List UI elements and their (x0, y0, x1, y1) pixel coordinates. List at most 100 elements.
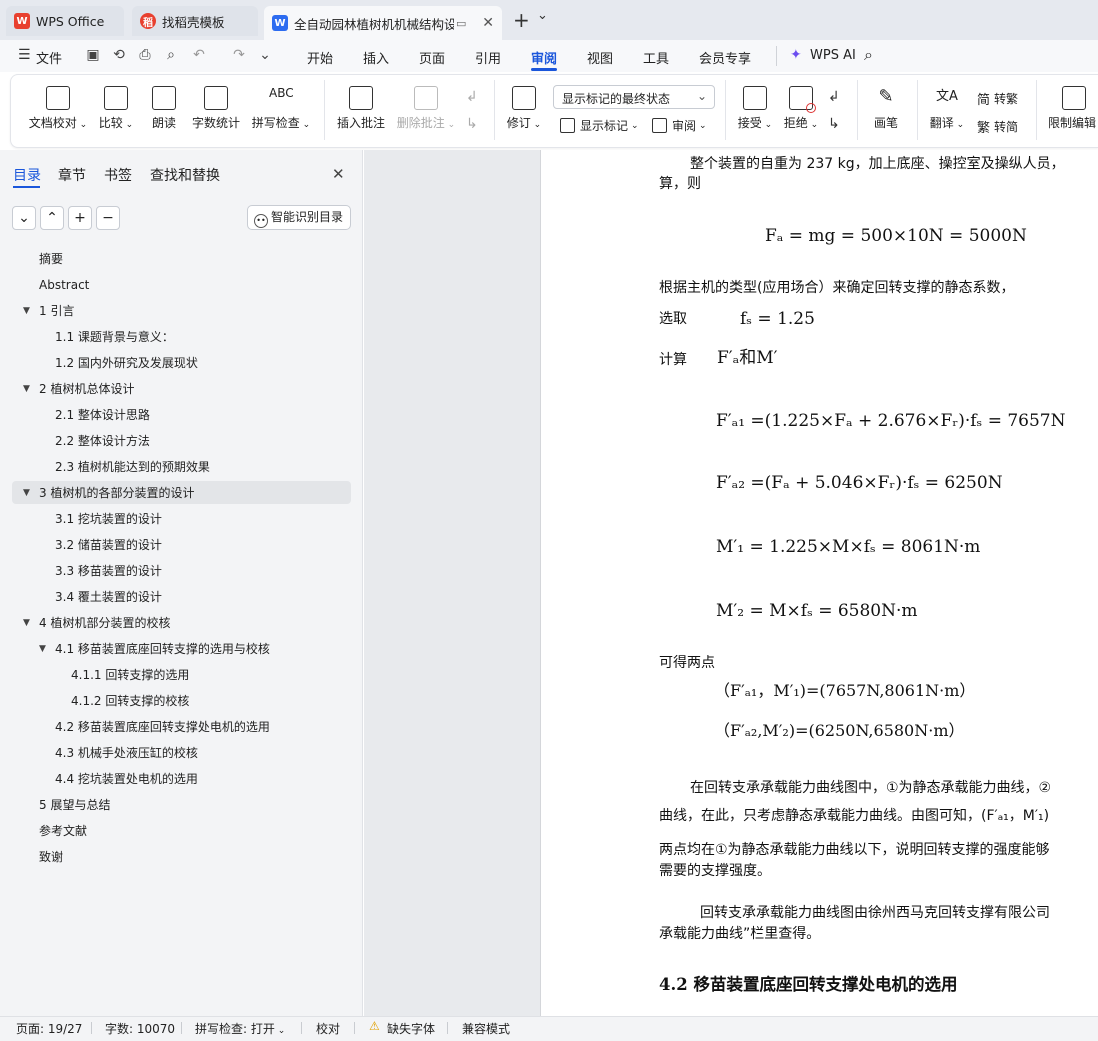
next-change-icon[interactable]: ↳ (828, 116, 840, 132)
word-count-indicator[interactable]: 字数: 10070 (105, 1020, 175, 1037)
expand-down-button[interactable]: ⌄ (12, 206, 36, 230)
tab-bookmarks[interactable]: 书签 (104, 165, 132, 185)
toc-item[interactable]: 4.3 机械手处液压缸的校核 (55, 745, 198, 761)
menu-view[interactable]: 视图 (587, 48, 613, 67)
toc-item[interactable]: 2.3 植树机能达到的预期效果 (55, 459, 210, 475)
markup-state-value: 显示标记的最终状态 (562, 92, 671, 106)
previous-change-icon[interactable]: ↲ (828, 89, 840, 105)
toc-item[interactable]: 1.1 课题背景与意义： (55, 329, 174, 345)
translate-button[interactable]: 文A 翻译 ⌄ (928, 86, 966, 131)
read-aloud-button[interactable]: 朗读 (150, 86, 178, 131)
restrict-edit-button[interactable]: 限制编辑 (1048, 86, 1098, 131)
toc-item[interactable]: 参考文献 (39, 823, 87, 839)
spell-check-toggle[interactable]: 拼写检查: 打开 ⌄ (195, 1020, 285, 1037)
toc-item[interactable]: 1.2 国内外研究及发展现状 (55, 355, 198, 371)
compare-label: 比较 (98, 116, 123, 130)
toc-item[interactable]: ▼ 4.1 移苗装置底座回转支撑的选用与校核 (39, 641, 270, 657)
delete-comment-button[interactable]: 删除批注 ⌄ (396, 86, 456, 131)
save-icon[interactable]: ▣ (84, 46, 102, 64)
ribbon-divider (1036, 80, 1037, 140)
file-menu[interactable]: 文件 (36, 48, 62, 67)
toc-item[interactable]: 4.1.2 回转支撑的校核 (71, 693, 189, 709)
wps-ai-button[interactable]: WPS AI (810, 48, 856, 63)
toc-item[interactable]: ▼ 4 植树机部分装置的校核 (23, 615, 170, 631)
remove-heading-button[interactable]: − (96, 206, 120, 230)
toc-item[interactable]: 3.2 储苗装置的设计 (55, 537, 162, 553)
track-changes-button[interactable]: 修订 ⌄ (506, 86, 542, 131)
expand-arrow-icon[interactable]: ▼ (39, 641, 46, 657)
close-pane-icon[interactable]: ✕ (332, 165, 345, 183)
spell-check-button[interactable]: ABC 拼写检查 ⌄ (251, 86, 311, 131)
toc-item[interactable]: 5 展望与总结 (39, 797, 110, 813)
share-icon[interactable]: ⟲ (110, 46, 128, 64)
next-comment-icon[interactable]: ↳ (466, 116, 478, 132)
proof-button[interactable]: 文档校对 ⌄ (28, 86, 88, 131)
toc-item[interactable]: 2.1 整体设计思路 (55, 407, 150, 423)
toc-item[interactable]: 2.2 整体设计方法 (55, 433, 150, 449)
undo-icon[interactable]: ↶ (190, 46, 208, 64)
review-pane-button[interactable]: 审阅 ⌄ (652, 117, 707, 134)
tab-wps-office[interactable]: W WPS Office (6, 6, 124, 36)
toc-item[interactable]: 3.4 覆土装置的设计 (55, 589, 162, 605)
redo-icon[interactable]: ↷ (230, 46, 248, 64)
menu-page[interactable]: 页面 (419, 48, 445, 67)
print-preview-icon[interactable]: ⌕ (162, 46, 180, 64)
tab-document[interactable]: W 全自动园林植树机机械结构设计 ▭ ✕ (264, 6, 502, 40)
tab-docer[interactable]: 稻 找稻壳模板 (132, 6, 258, 36)
page-indicator[interactable]: 页面: 19/27 (16, 1020, 82, 1037)
pen-button[interactable]: ✎ 画笔 (870, 86, 902, 131)
toc-item[interactable]: 4.1.1 回转支撑的选用 (71, 667, 189, 683)
tab-chapters[interactable]: 章节 (58, 165, 86, 185)
toc-item[interactable]: 4.2 移苗装置底座回转支撑处电机的选用 (55, 719, 270, 735)
expand-arrow-icon[interactable]: ▼ (23, 485, 30, 501)
tab-find-replace[interactable]: 查找和替换 (150, 165, 220, 185)
expand-arrow-icon[interactable]: ▼ (23, 381, 30, 397)
smart-toc-button[interactable]: •• 智能识别目录 (247, 205, 351, 230)
previous-comment-icon[interactable]: ↲ (466, 89, 478, 105)
reject-button[interactable]: 拒绝 ⌄ (782, 86, 820, 131)
to-traditional-button[interactable]: 简 转繁 (977, 89, 1018, 108)
expand-arrow-icon[interactable]: ▼ (23, 615, 30, 631)
compare-button[interactable]: 比较 ⌄ (98, 86, 134, 131)
expand-arrow-icon[interactable]: ▼ (23, 303, 30, 319)
toc-item[interactable]: ▼ 2 植树机总体设计 (23, 381, 134, 397)
new-tab-button[interactable]: + (513, 8, 530, 32)
insert-comment-button[interactable]: 插入批注 (336, 86, 386, 131)
doc-paragraph: 算，则 (659, 176, 701, 192)
tab-toc[interactable]: 目录 (13, 165, 41, 185)
status-divider (301, 1022, 302, 1034)
missing-font-status[interactable]: 缺失字体 (387, 1020, 435, 1037)
to-simplified-button[interactable]: 繁 转简 (977, 117, 1018, 136)
toc-item[interactable]: ▼ 1 引言 (23, 303, 74, 319)
toc-item[interactable]: 4.4 挖坑装置处电机的选用 (55, 771, 198, 787)
toc-item[interactable]: 摘要 (39, 251, 63, 267)
accept-button[interactable]: 接受 ⌄ (736, 86, 774, 131)
toc-item[interactable]: 3.3 移苗装置的设计 (55, 563, 162, 579)
toc-item[interactable]: 致谢 (39, 849, 63, 865)
menu-start[interactable]: 开始 (307, 48, 333, 67)
active-tab-underline (13, 186, 40, 188)
status-divider (354, 1022, 355, 1034)
toc-item[interactable]: 3.1 挖坑装置的设计 (55, 511, 162, 527)
proof-status[interactable]: 校对 (316, 1020, 340, 1037)
add-heading-button[interactable]: + (68, 206, 92, 230)
equation-fa1: F′ₐ₁ =(1.225×Fₐ + 2.676×Fᵣ)·fₛ = 7657N (716, 411, 1066, 431)
menu-reference[interactable]: 引用 (475, 48, 501, 67)
menu-insert[interactable]: 插入 (363, 48, 389, 67)
toc-item[interactable]: Abstract (39, 277, 89, 293)
word-count-button[interactable]: 字数统计 (190, 86, 242, 131)
chevron-down-icon[interactable]: ⌄ (537, 8, 548, 23)
markup-state-select[interactable]: 显示标记的最终状态 ⌄ (553, 85, 715, 109)
menu-member[interactable]: 会员专享 (699, 48, 751, 67)
print-icon[interactable]: ⎙ (136, 46, 154, 64)
close-icon[interactable]: ✕ (476, 15, 494, 31)
show-markup-button[interactable]: 显示标记 ⌄ (560, 117, 639, 134)
search-icon[interactable]: ⌕ (864, 45, 873, 65)
more-icon[interactable]: ⌄ (256, 46, 274, 64)
show-markup-label: 显示标记 (580, 119, 629, 133)
menu-tools[interactable]: 工具 (643, 48, 669, 67)
hamburger-icon[interactable]: ☰ (18, 47, 31, 63)
collapse-up-button[interactable]: ⌃ (40, 206, 64, 230)
menu-review[interactable]: 审阅 (531, 48, 557, 67)
toc-item[interactable]: ▼ 3 植树机的各部分装置的设计 (23, 485, 194, 501)
